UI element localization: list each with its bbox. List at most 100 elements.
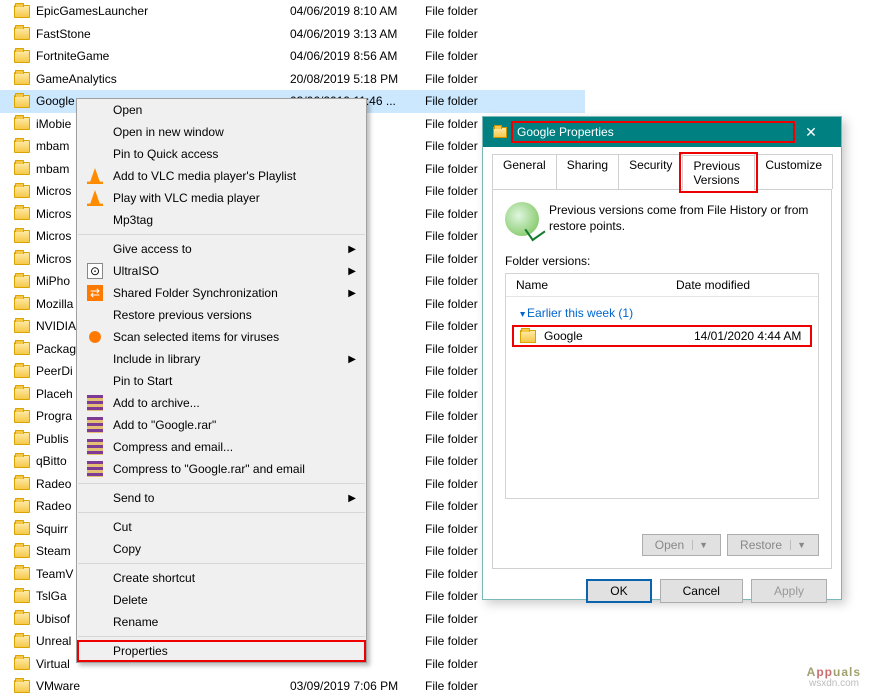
tab-strip: General Sharing Security Previous Versio… (492, 154, 832, 189)
menu-include-in-library[interactable]: Include in library▶ (77, 348, 366, 370)
ok-button[interactable]: OK (586, 579, 651, 603)
file-date: 04/06/2019 8:56 AM (290, 49, 425, 63)
dialog-title: Google Properties (515, 125, 791, 139)
file-type: File folder (425, 27, 585, 41)
share-icon: ⇄ (87, 285, 103, 301)
file-name: GameAnalytics (36, 72, 290, 86)
menu-mp3tag[interactable]: Mp3tag (77, 209, 366, 231)
open-version-button[interactable]: Open▼ (642, 534, 721, 556)
file-row[interactable]: FastStone04/06/2019 3:13 AMFile folder (0, 23, 585, 46)
tab-security[interactable]: Security (618, 154, 683, 189)
menu-label: Compress to "Google.rar" and email (113, 462, 305, 476)
file-row[interactable]: EpicGamesLauncher04/06/2019 8:10 AMFile … (0, 0, 585, 23)
menu-vlc-add-playlist[interactable]: Add to VLC media player's Playlist (77, 165, 366, 187)
menu-scan-viruses[interactable]: Scan selected items for viruses (77, 326, 366, 348)
menu-label: Pin to Start (113, 374, 172, 388)
menu-label: Add to archive... (113, 396, 200, 410)
file-type: File folder (425, 634, 585, 648)
file-date: 04/06/2019 8:10 AM (290, 4, 425, 18)
winrar-icon (87, 417, 103, 433)
menu-create-shortcut[interactable]: Create shortcut (77, 567, 366, 589)
menu-label: Compress and email... (113, 440, 233, 454)
tab-previous-versions[interactable]: Previous Versions (682, 155, 755, 190)
folder-icon (14, 207, 30, 220)
dropdown-arrow-icon[interactable]: ▼ (790, 540, 806, 550)
file-row[interactable]: VMware03/09/2019 7:06 PMFile folder (0, 675, 585, 698)
close-icon[interactable]: ✕ (791, 124, 831, 141)
menu-separator (78, 234, 365, 235)
folder-icon (14, 27, 30, 40)
menu-add-to-google-rar[interactable]: Add to "Google.rar" (77, 414, 366, 436)
folder-icon (14, 365, 30, 378)
version-item[interactable]: Google 14/01/2020 4:44 AM (514, 327, 810, 345)
group-label: Earlier this week (1) (527, 306, 633, 320)
menu-give-access-to[interactable]: Give access to▶ (77, 238, 366, 260)
menu-copy[interactable]: Copy (77, 538, 366, 560)
folder-versions-label: Folder versions: (505, 254, 819, 268)
folder-icon (14, 72, 30, 85)
restore-version-button[interactable]: Restore▼ (727, 534, 819, 556)
menu-label: Pin to Quick access (113, 147, 218, 161)
folder-icon (14, 297, 30, 310)
menu-label: Shared Folder Synchronization (113, 286, 278, 300)
menu-rename[interactable]: Rename (77, 611, 366, 633)
menu-ultraiso[interactable]: ⊙UltraISO▶ (77, 260, 366, 282)
folder-icon (14, 387, 30, 400)
menu-delete[interactable]: Delete (77, 589, 366, 611)
folder-icon (14, 117, 30, 130)
menu-vlc-play[interactable]: Play with VLC media player (77, 187, 366, 209)
folder-icon (14, 320, 30, 333)
dialog-titlebar[interactable]: Google Properties ✕ (483, 117, 841, 147)
column-date-modified[interactable]: Date modified (676, 278, 750, 292)
tab-sharing[interactable]: Sharing (556, 154, 619, 189)
menu-compress-email[interactable]: Compress and email... (77, 436, 366, 458)
file-date: 20/08/2019 5:18 PM (290, 72, 425, 86)
folder-icon (493, 127, 507, 138)
apply-button[interactable]: Apply (751, 579, 827, 603)
file-row[interactable]: GameAnalytics20/08/2019 5:18 PMFile fold… (0, 68, 585, 91)
vlc-icon (87, 190, 103, 206)
file-row[interactable]: FortniteGame04/06/2019 8:56 AMFile folde… (0, 45, 585, 68)
tab-customize[interactable]: Customize (754, 154, 833, 189)
column-name[interactable]: Name (516, 278, 676, 292)
ultraiso-icon: ⊙ (87, 263, 103, 279)
menu-open[interactable]: Open (77, 99, 366, 121)
folder-icon (14, 95, 30, 108)
menu-open-new-window[interactable]: Open in new window (77, 121, 366, 143)
menu-send-to[interactable]: Send to▶ (77, 487, 366, 509)
folder-icon (14, 342, 30, 355)
list-header[interactable]: Name Date modified (506, 274, 818, 297)
version-group-header[interactable]: ▸Earlier this week (1) (506, 303, 818, 323)
menu-label: Delete (113, 593, 148, 607)
context-menu: Open Open in new window Pin to Quick acc… (76, 98, 367, 663)
submenu-arrow-icon: ▶ (348, 493, 356, 504)
menu-compress-google-email[interactable]: Compress to "Google.rar" and email (77, 458, 366, 480)
menu-shared-folder-sync[interactable]: ⇄Shared Folder Synchronization▶ (77, 282, 366, 304)
version-name: Google (544, 329, 694, 343)
version-date: 14/01/2020 4:44 AM (694, 329, 801, 343)
restore-clock-icon (505, 202, 539, 236)
tab-general[interactable]: General (492, 154, 557, 189)
menu-label: Give access to (113, 242, 192, 256)
menu-pin-to-start[interactable]: Pin to Start (77, 370, 366, 392)
menu-label: Restore previous versions (113, 308, 252, 322)
cancel-button[interactable]: Cancel (660, 579, 743, 603)
menu-label: Mp3tag (113, 213, 153, 227)
menu-label: Add to "Google.rar" (113, 418, 216, 432)
menu-label: Include in library (113, 352, 200, 366)
menu-pin-quick-access[interactable]: Pin to Quick access (77, 143, 366, 165)
menu-properties[interactable]: Properties (77, 640, 366, 662)
folder-icon (14, 50, 30, 63)
file-name: FortniteGame (36, 49, 290, 63)
menu-label: Open in new window (113, 125, 224, 139)
dropdown-arrow-icon[interactable]: ▼ (692, 540, 708, 550)
menu-cut[interactable]: Cut (77, 516, 366, 538)
folder-icon (14, 657, 30, 670)
menu-restore-previous[interactable]: Restore previous versions (77, 304, 366, 326)
dialog-body: General Sharing Security Previous Versio… (483, 147, 841, 579)
folder-icon (14, 5, 30, 18)
menu-label: Rename (113, 615, 158, 629)
menu-add-to-archive[interactable]: Add to archive... (77, 392, 366, 414)
folder-icon (14, 522, 30, 535)
file-date: 03/09/2019 7:06 PM (290, 679, 425, 693)
